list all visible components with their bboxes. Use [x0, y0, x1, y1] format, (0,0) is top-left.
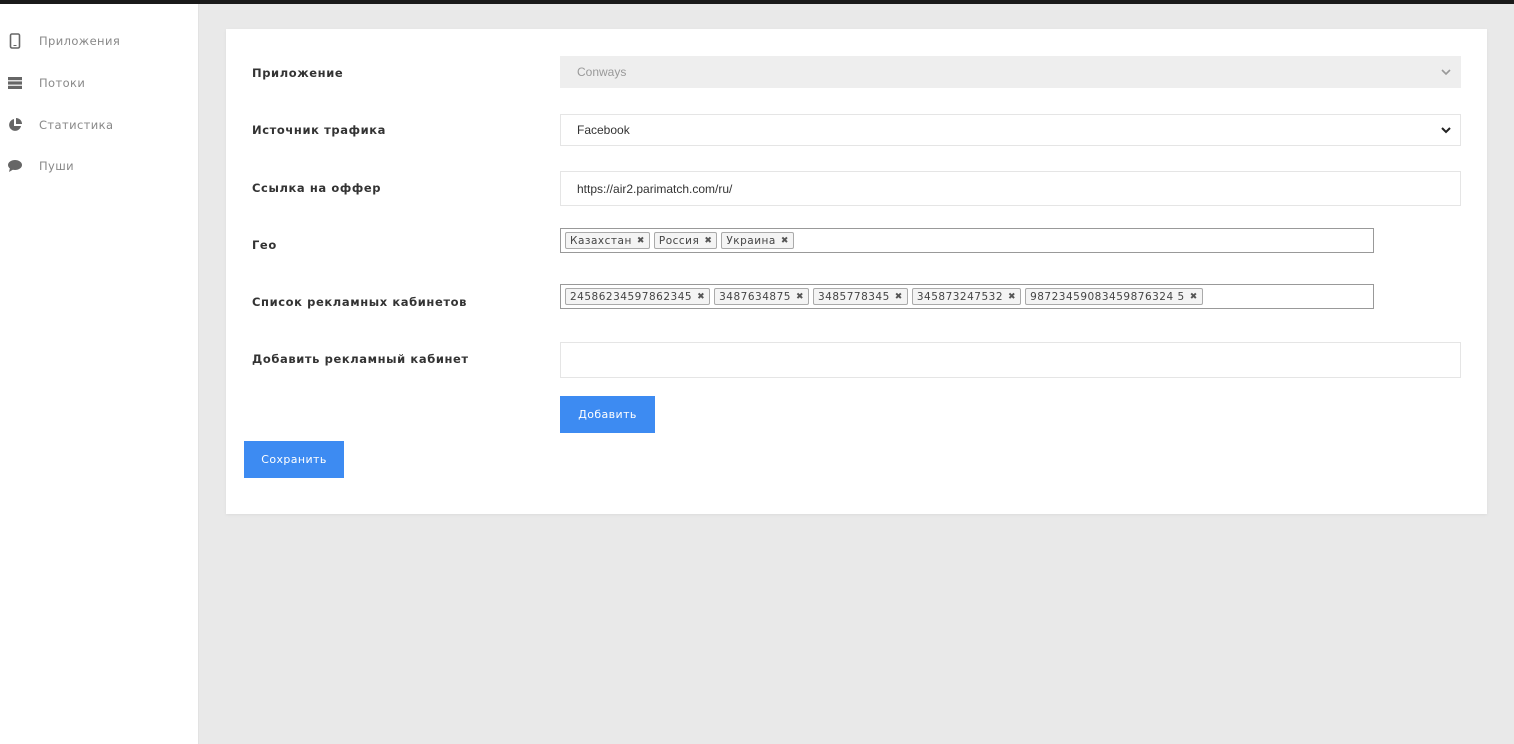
ad-account-tag: 3485778345 ✖ [812, 288, 908, 305]
sidebar-item-label: Приложения [39, 34, 121, 48]
ad-account-tag: 24586234597862345 ✖ [565, 288, 711, 305]
ad-account-tag: 345873247532 ✖ [911, 288, 1022, 305]
offer-link-input[interactable]: https://air2.parimatch.com/ru/ [560, 171, 1461, 206]
app-select-value: Conways [577, 65, 627, 79]
remove-tag-icon[interactable]: ✖ [704, 236, 712, 246]
geo-tag: Украина ✖ [721, 232, 794, 249]
remove-tag-icon[interactable]: ✖ [781, 236, 789, 246]
pie-chart-icon [7, 117, 23, 133]
app-label: Приложение [252, 66, 344, 80]
server-icon [7, 75, 23, 91]
remove-tag-icon[interactable]: ✖ [796, 292, 804, 302]
top-bar [0, 0, 1514, 4]
app-select[interactable]: Conways [560, 56, 1461, 88]
traffic-source-select[interactable]: Facebook [560, 114, 1461, 146]
ad-accounts-label: Список рекламных кабинетов [252, 295, 467, 309]
sidebar: Приложения Потоки Статистика Пуши [0, 4, 199, 744]
chevron-down-icon [1441, 69, 1451, 76]
sidebar-item-apps[interactable]: Приложения [0, 29, 199, 53]
mobile-icon [7, 33, 23, 49]
remove-tag-icon[interactable]: ✖ [895, 292, 903, 302]
offer-link-label: Ссылка на оффер [252, 181, 382, 195]
offer-link-value: https://air2.parimatch.com/ru/ [577, 181, 733, 196]
geo-label: Гео [252, 238, 277, 252]
ad-account-tag: 98723459083459876324 5 ✖ [1025, 288, 1203, 305]
ad-accounts-tag-input[interactable]: 24586234597862345 ✖ 3487634875 ✖ 348577834… [560, 284, 1374, 309]
chevron-down-icon [1441, 127, 1451, 134]
chat-bubble-icon [7, 158, 23, 174]
sidebar-item-streams[interactable]: Потоки [0, 71, 199, 95]
add-ad-account-input[interactable] [560, 342, 1461, 378]
geo-tag-input[interactable]: Казахстан ✖ Россия ✖ Украина ✖ [560, 228, 1374, 253]
remove-tag-icon[interactable]: ✖ [1190, 292, 1198, 302]
sidebar-item-label: Статистика [39, 118, 114, 132]
save-button[interactable]: Сохранить [244, 441, 344, 478]
geo-tag: Россия ✖ [653, 232, 718, 249]
ad-account-tag: 3487634875 ✖ [714, 288, 809, 305]
traffic-source-value: Facebook [577, 123, 630, 137]
add-button[interactable]: Добавить [560, 396, 655, 433]
sidebar-item-statistics[interactable]: Статистика [0, 113, 199, 137]
sidebar-item-push[interactable]: Пуши [0, 154, 199, 178]
settings-card: Приложение Conways Источник трафика Face… [226, 29, 1487, 514]
remove-tag-icon[interactable]: ✖ [637, 236, 645, 246]
remove-tag-icon[interactable]: ✖ [1008, 292, 1016, 302]
add-ad-account-label: Добавить рекламный кабинет [252, 352, 469, 366]
sidebar-item-label: Потоки [39, 76, 86, 90]
remove-tag-icon[interactable]: ✖ [697, 292, 705, 302]
geo-tag: Казахстан ✖ [565, 232, 650, 249]
traffic-source-label: Источник трафика [252, 123, 387, 137]
sidebar-item-label: Пуши [39, 159, 75, 173]
